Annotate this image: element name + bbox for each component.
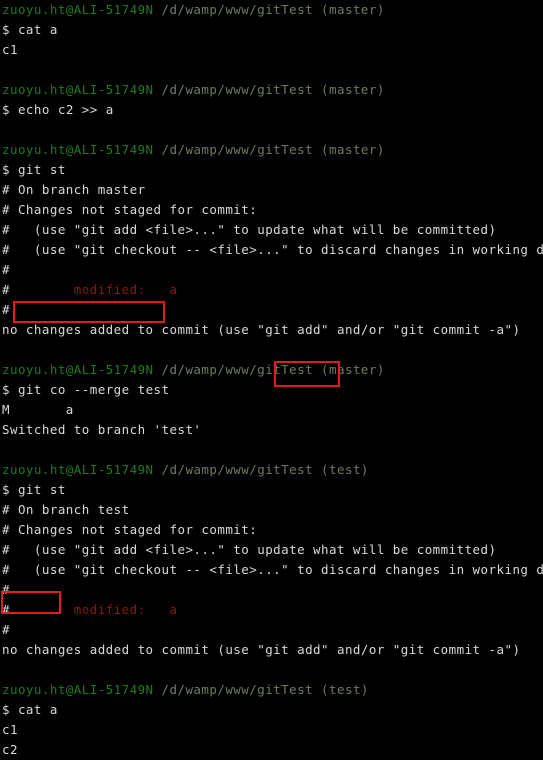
output-text: Switched to branch 'test' [2, 422, 202, 437]
terminal-line-output: # Changes not staged for commit: [0, 200, 543, 220]
terminal-line-prompt: zuoyu.ht@ALI-51749N /d/wamp/www/gitTest … [0, 0, 543, 20]
output-text: c2 [2, 742, 18, 757]
terminal-line-command: $ git st [0, 480, 543, 500]
output-text: c1 [2, 42, 18, 57]
terminal-line-output: # [0, 580, 543, 600]
terminal-line-output: # [0, 620, 543, 640]
terminal-line-command: $ echo c2 >> a [0, 100, 543, 120]
prompt-branch: (test) [313, 682, 369, 697]
output-text: # (use "git checkout -- <file>..." to di… [2, 562, 543, 577]
terminal-output: zuoyu.ht@ALI-51749N /d/wamp/www/gitTest … [0, 0, 543, 760]
prompt-symbol: $ [2, 382, 10, 397]
output-text: # (use "git add <file>..." to update wha… [2, 222, 497, 237]
prompt-path: /d/wamp/www/gitTest [153, 362, 314, 377]
command-text: echo c2 >> a [9, 102, 114, 117]
terminal-line-blank [0, 120, 543, 140]
terminal-line-output: c1 [0, 720, 543, 740]
output-text: M a [2, 402, 74, 417]
terminal-line-blank [0, 660, 543, 680]
comment-hash: # [2, 282, 10, 297]
terminal-line-output: Switched to branch 'test' [0, 420, 543, 440]
terminal-line-command: $ cat a [0, 700, 543, 720]
prompt-user-host: zuoyu.ht@ALI-51749N [2, 82, 154, 97]
comment-hash: # [2, 602, 10, 617]
output-text: # [2, 582, 10, 597]
terminal-line-command: $ git st [0, 160, 543, 180]
output-text: # Changes not staged for commit: [2, 522, 258, 537]
prompt-symbol: $ [2, 702, 10, 717]
terminal-line-output: no changes added to commit (use "git add… [0, 320, 543, 340]
output-text: # Changes not staged for commit: [2, 202, 258, 217]
terminal-line-output: no changes added to commit (use "git add… [0, 640, 543, 660]
command-text: cat a [9, 702, 58, 717]
prompt-symbol: $ [2, 482, 10, 497]
prompt-user-host: zuoyu.ht@ALI-51749N [2, 142, 154, 157]
terminal-line-output: # [0, 260, 543, 280]
terminal-window[interactable]: zuoyu.ht@ALI-51749N /d/wamp/www/gitTest … [0, 0, 543, 757]
terminal-line-command: $ cat a [0, 20, 543, 40]
prompt-user-host: zuoyu.ht@ALI-51749N [2, 2, 154, 17]
modified-file-entry: modified: a [9, 282, 178, 297]
terminal-line-prompt: zuoyu.ht@ALI-51749N /d/wamp/www/gitTest … [0, 680, 543, 700]
terminal-line-prompt: zuoyu.ht@ALI-51749N /d/wamp/www/gitTest … [0, 140, 543, 160]
prompt-branch: (test) [313, 462, 369, 477]
output-text: c1 [2, 722, 18, 737]
command-text: git st [9, 162, 66, 177]
prompt-symbol: $ [2, 162, 10, 177]
prompt-path: /d/wamp/www/gitTest [153, 2, 314, 17]
prompt-user-host: zuoyu.ht@ALI-51749N [2, 682, 154, 697]
prompt-branch: (master) [313, 142, 385, 157]
prompt-user-host: zuoyu.ht@ALI-51749N [2, 362, 154, 377]
command-text: cat a [9, 22, 58, 37]
output-text: # (use "git checkout -- <file>..." to di… [2, 242, 543, 257]
terminal-line-prompt: zuoyu.ht@ALI-51749N /d/wamp/www/gitTest … [0, 360, 543, 380]
output-text: # [2, 302, 10, 317]
terminal-line-output: # (use "git add <file>..." to update wha… [0, 540, 543, 560]
prompt-path: /d/wamp/www/gitTest [153, 82, 314, 97]
output-text: # On branch master [2, 182, 146, 197]
output-text: # On branch test [2, 502, 130, 517]
prompt-path: /d/wamp/www/gitTest [153, 682, 314, 697]
terminal-line-output: c1 [0, 40, 543, 60]
terminal-line-output: # (use "git checkout -- <file>..." to di… [0, 560, 543, 580]
terminal-line-modified: # modified: a [0, 280, 543, 300]
command-text: git st [9, 482, 66, 497]
terminal-line-blank [0, 340, 543, 360]
terminal-line-prompt: zuoyu.ht@ALI-51749N /d/wamp/www/gitTest … [0, 460, 543, 480]
terminal-line-output: c2 [0, 740, 543, 760]
terminal-line-modified: # modified: a [0, 600, 543, 620]
output-text: # (use "git add <file>..." to update wha… [2, 542, 497, 557]
prompt-path: /d/wamp/www/gitTest [153, 142, 314, 157]
output-text: no changes added to commit (use "git add… [2, 642, 521, 657]
output-text: # [2, 262, 10, 277]
output-text: # [2, 622, 10, 637]
prompt-branch: (master) [313, 362, 385, 377]
terminal-line-output: # (use "git add <file>..." to update wha… [0, 220, 543, 240]
modified-file-entry: modified: a [9, 602, 178, 617]
prompt-branch: (master) [313, 2, 385, 17]
prompt-user-host: zuoyu.ht@ALI-51749N [2, 462, 154, 477]
terminal-line-output: # On branch master [0, 180, 543, 200]
terminal-line-output: # [0, 300, 543, 320]
terminal-line-output: # (use "git checkout -- <file>..." to di… [0, 240, 543, 260]
terminal-line-output: M a [0, 400, 543, 420]
terminal-line-output: # Changes not staged for commit: [0, 520, 543, 540]
output-text: no changes added to commit (use "git add… [2, 322, 521, 337]
terminal-line-blank [0, 60, 543, 80]
command-text: git co --merge test [9, 382, 170, 397]
prompt-symbol: $ [2, 22, 10, 37]
prompt-branch: (master) [313, 82, 385, 97]
terminal-line-output: # On branch test [0, 500, 543, 520]
terminal-line-blank [0, 440, 543, 460]
prompt-path: /d/wamp/www/gitTest [153, 462, 314, 477]
terminal-line-command: $ git co --merge test [0, 380, 543, 400]
terminal-line-prompt: zuoyu.ht@ALI-51749N /d/wamp/www/gitTest … [0, 80, 543, 100]
prompt-symbol: $ [2, 102, 10, 117]
